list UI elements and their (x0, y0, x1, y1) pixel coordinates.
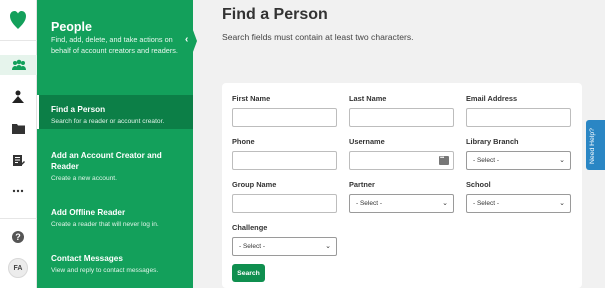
last-name-label: Last Name (349, 94, 387, 103)
school-label: School (466, 180, 491, 189)
avatar[interactable]: FA (8, 258, 28, 278)
need-help-tab[interactable]: Need Help? (586, 120, 605, 170)
help-icon[interactable]: ? (8, 227, 28, 247)
people-icon[interactable] (0, 55, 37, 75)
partner-select[interactable]: - Select - ⌄ (349, 194, 454, 213)
left-rail: ? FA (0, 0, 37, 288)
nav-item-find-person[interactable]: Find a Person Search for a reader or acc… (37, 95, 193, 129)
username-input[interactable] (349, 151, 454, 170)
search-form: First Name Last Name Email Address Phone… (222, 83, 582, 288)
nav-item-add-offline-reader[interactable]: Add Offline Reader Create a reader that … (37, 207, 193, 229)
people-panel: People Find, add, delete, and take actio… (37, 0, 193, 288)
chevron-left-icon: ‹ (185, 34, 189, 45)
phone-label: Phone (232, 137, 255, 146)
group-name-label: Group Name (232, 180, 277, 189)
first-name-label: First Name (232, 94, 271, 103)
phone-input[interactable] (232, 151, 337, 170)
partner-label: Partner (349, 180, 375, 189)
panel-title: People (51, 20, 92, 34)
panel-description: Find, add, delete, and take actions on b… (51, 35, 178, 55)
chevron-down-icon: ⌄ (559, 157, 565, 164)
first-name-input[interactable] (232, 108, 337, 127)
reader-icon[interactable] (8, 87, 28, 107)
username-label: Username (349, 137, 385, 146)
challenge-select[interactable]: - Select - ⌄ (232, 237, 337, 256)
page-title: Find a Person (222, 6, 328, 23)
nav-item-add-account-creator[interactable]: Add an Account Creator and Reader Create… (37, 150, 193, 183)
more-icon[interactable] (8, 181, 28, 201)
challenge-label: Challenge (232, 223, 268, 232)
heart-logo-icon[interactable] (9, 10, 27, 30)
group-name-input[interactable] (232, 194, 337, 213)
email-input[interactable] (466, 108, 571, 127)
collapse-panel-button[interactable]: ‹ (181, 28, 197, 54)
search-button[interactable]: Search (232, 264, 265, 282)
password-manager-icon[interactable] (439, 155, 449, 165)
chevron-down-icon: ⌄ (325, 243, 331, 250)
chevron-down-icon: ⌄ (442, 200, 448, 207)
library-branch-select[interactable]: - Select - ⌄ (466, 151, 571, 170)
nav-item-contact-messages[interactable]: Contact Messages View and reply to conta… (37, 253, 193, 275)
school-select[interactable]: - Select - ⌄ (466, 194, 571, 213)
chevron-down-icon: ⌄ (559, 200, 565, 207)
report-icon[interactable] (8, 150, 28, 170)
library-branch-label: Library Branch (466, 137, 519, 146)
email-label: Email Address (466, 94, 518, 103)
folder-icon[interactable] (8, 118, 28, 138)
page-subtitle: Search fields must contain at least two … (222, 32, 414, 42)
last-name-input[interactable] (349, 108, 454, 127)
